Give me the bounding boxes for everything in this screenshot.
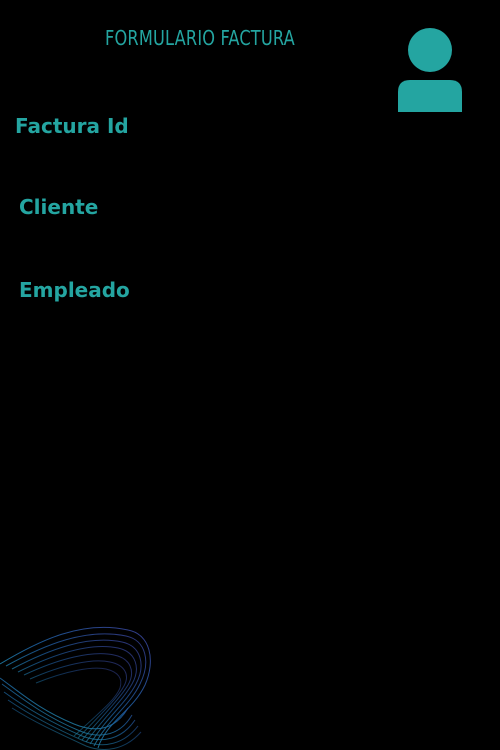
cliente-label: Cliente	[19, 195, 99, 219]
user-avatar-icon[interactable]	[388, 28, 472, 112]
factura-id-label: Factura Id	[15, 114, 129, 138]
mesh-wave-icon	[0, 626, 151, 750]
empleado-label: Empleado	[19, 278, 130, 302]
page-title: Formulario Factura	[105, 26, 295, 50]
